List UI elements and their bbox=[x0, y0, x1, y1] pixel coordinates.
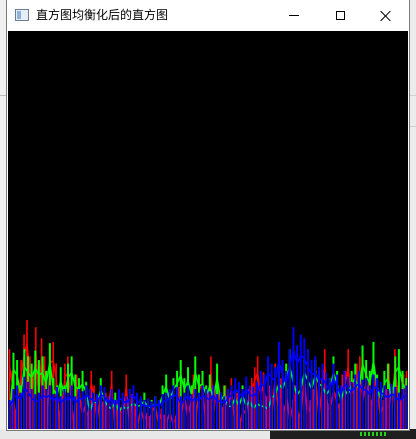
close-button[interactable] bbox=[363, 0, 409, 31]
histogram-window: 直方图均衡化后的直方图 bbox=[7, 0, 409, 430]
window-title: 直方图均衡化后的直方图 bbox=[36, 8, 169, 22]
histogram-canvas bbox=[8, 31, 408, 429]
background-green-marker bbox=[360, 432, 386, 436]
title-bar[interactable]: 直方图均衡化后的直方图 bbox=[7, 0, 409, 31]
background-divider-right-2 bbox=[408, 126, 416, 127]
background-window-bottom bbox=[0, 429, 270, 439]
background-window-edge-right bbox=[408, 0, 416, 439]
app-window-icon bbox=[15, 9, 29, 21]
close-icon bbox=[380, 10, 392, 22]
maximize-icon bbox=[335, 11, 345, 20]
minimize-button[interactable] bbox=[271, 0, 317, 31]
background-divider-right bbox=[408, 95, 416, 96]
maximize-button[interactable] bbox=[317, 0, 363, 31]
minimize-icon bbox=[289, 15, 299, 16]
histogram-plot bbox=[8, 320, 408, 429]
